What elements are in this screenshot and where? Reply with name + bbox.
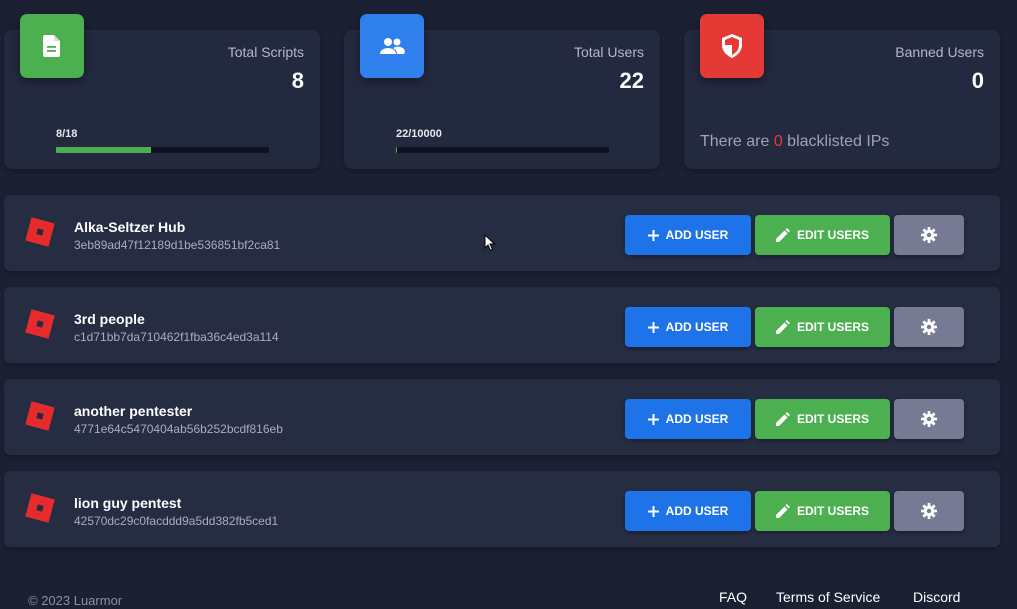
users-icon xyxy=(360,14,424,78)
add-user-button[interactable]: ADD USER xyxy=(625,399,751,439)
edit-users-label: EDIT USERS xyxy=(796,320,869,334)
edit-users-label: EDIT USERS xyxy=(796,504,869,518)
progress-label: 8/18 xyxy=(56,128,78,140)
script-name: lion guy pentest xyxy=(74,495,182,511)
pencil-icon xyxy=(775,412,797,426)
script-row: another pentester 4771e64c5470404ab56b252… xyxy=(4,379,1000,455)
gear-icon xyxy=(921,411,937,427)
roblox-logo-icon xyxy=(24,492,56,524)
settings-button[interactable] xyxy=(894,399,964,439)
footer-link-terms[interactable]: Terms of Service xyxy=(776,589,880,605)
users-progress-bar xyxy=(396,147,609,153)
script-id: 3eb89ad47f12189d1be536851bf2ca81 xyxy=(74,238,281,252)
document-icon xyxy=(20,14,84,78)
pencil-icon xyxy=(775,504,797,518)
progress-label: 22/10000 xyxy=(396,128,442,140)
script-row: 3rd people c1d71bb7da710462f1fba36c4ed3a1… xyxy=(4,287,1000,363)
text-before: There are xyxy=(700,133,774,150)
plus-icon xyxy=(647,413,666,425)
script-row: lion guy pentest 42570dc29c0facddd9a5dd38… xyxy=(4,471,1000,547)
pencil-icon xyxy=(775,320,797,334)
roblox-logo-icon xyxy=(24,308,56,340)
edit-users-button[interactable]: EDIT USERS xyxy=(755,215,890,255)
add-user-label: ADD USER xyxy=(665,504,729,518)
stat-card-banned-users: Banned Users 0 There are 0 blacklisted I… xyxy=(684,14,1000,169)
footer-link-discord[interactable]: Discord xyxy=(913,589,960,605)
stat-card-total-users: Total Users 22 22/10000 xyxy=(344,14,660,169)
script-id: 4771e64c5470404ab56b252bcdf816eb xyxy=(74,422,283,436)
edit-users-label: EDIT USERS xyxy=(796,228,869,242)
footer-link-faq[interactable]: FAQ xyxy=(719,589,747,605)
add-user-label: ADD USER xyxy=(665,412,729,426)
script-id: c1d71bb7da710462f1fba36c4ed3a114 xyxy=(74,330,279,344)
roblox-logo-icon xyxy=(24,216,56,248)
plus-icon xyxy=(647,229,666,241)
edit-users-button[interactable]: EDIT USERS xyxy=(755,307,890,347)
add-user-button[interactable]: ADD USER xyxy=(625,307,751,347)
pencil-icon xyxy=(775,228,797,242)
stat-value: 8 xyxy=(291,68,304,93)
stat-title: Total Users xyxy=(573,44,644,60)
script-name: another pentester xyxy=(74,403,193,419)
settings-button[interactable] xyxy=(894,215,964,255)
progress-fill xyxy=(56,147,151,153)
gear-icon xyxy=(921,319,937,335)
stat-value: 0 xyxy=(971,68,984,93)
script-name: Alka-Seltzer Hub xyxy=(74,219,186,235)
stat-card-total-scripts: Total Scripts 8 8/18 xyxy=(4,14,320,169)
mouse-cursor-icon xyxy=(484,233,496,257)
blacklisted-ips-text: There are 0 blacklisted IPs xyxy=(700,133,889,151)
stat-title: Total Scripts xyxy=(227,44,304,60)
script-row: Alka-Seltzer Hub 3eb89ad47f12189d1be53685… xyxy=(4,195,1000,271)
settings-button[interactable] xyxy=(894,307,964,347)
settings-button[interactable] xyxy=(894,491,964,531)
edit-users-label: EDIT USERS xyxy=(796,412,869,426)
add-user-button[interactable]: ADD USER xyxy=(625,491,751,531)
edit-users-button[interactable]: EDIT USERS xyxy=(755,491,890,531)
edit-users-button[interactable]: EDIT USERS xyxy=(755,399,890,439)
footer-copyright: © 2023 Luarmor xyxy=(28,593,123,608)
add-user-label: ADD USER xyxy=(665,320,729,334)
add-user-button[interactable]: ADD USER xyxy=(625,215,751,255)
plus-icon xyxy=(647,505,666,517)
stat-value: 22 xyxy=(619,68,644,93)
script-id: 42570dc29c0facddd9a5dd382fb5ced1 xyxy=(74,514,279,528)
stat-title: Banned Users xyxy=(895,44,984,60)
scripts-progress-bar xyxy=(56,147,269,153)
gear-icon xyxy=(921,503,937,519)
add-user-label: ADD USER xyxy=(665,228,729,242)
script-name: 3rd people xyxy=(74,311,145,327)
shield-icon xyxy=(700,14,764,78)
text-after: blacklisted IPs xyxy=(782,133,890,150)
gear-icon xyxy=(921,227,937,243)
roblox-logo-icon xyxy=(24,400,56,432)
plus-icon xyxy=(647,321,666,333)
blacklisted-count: 0 xyxy=(773,133,783,150)
